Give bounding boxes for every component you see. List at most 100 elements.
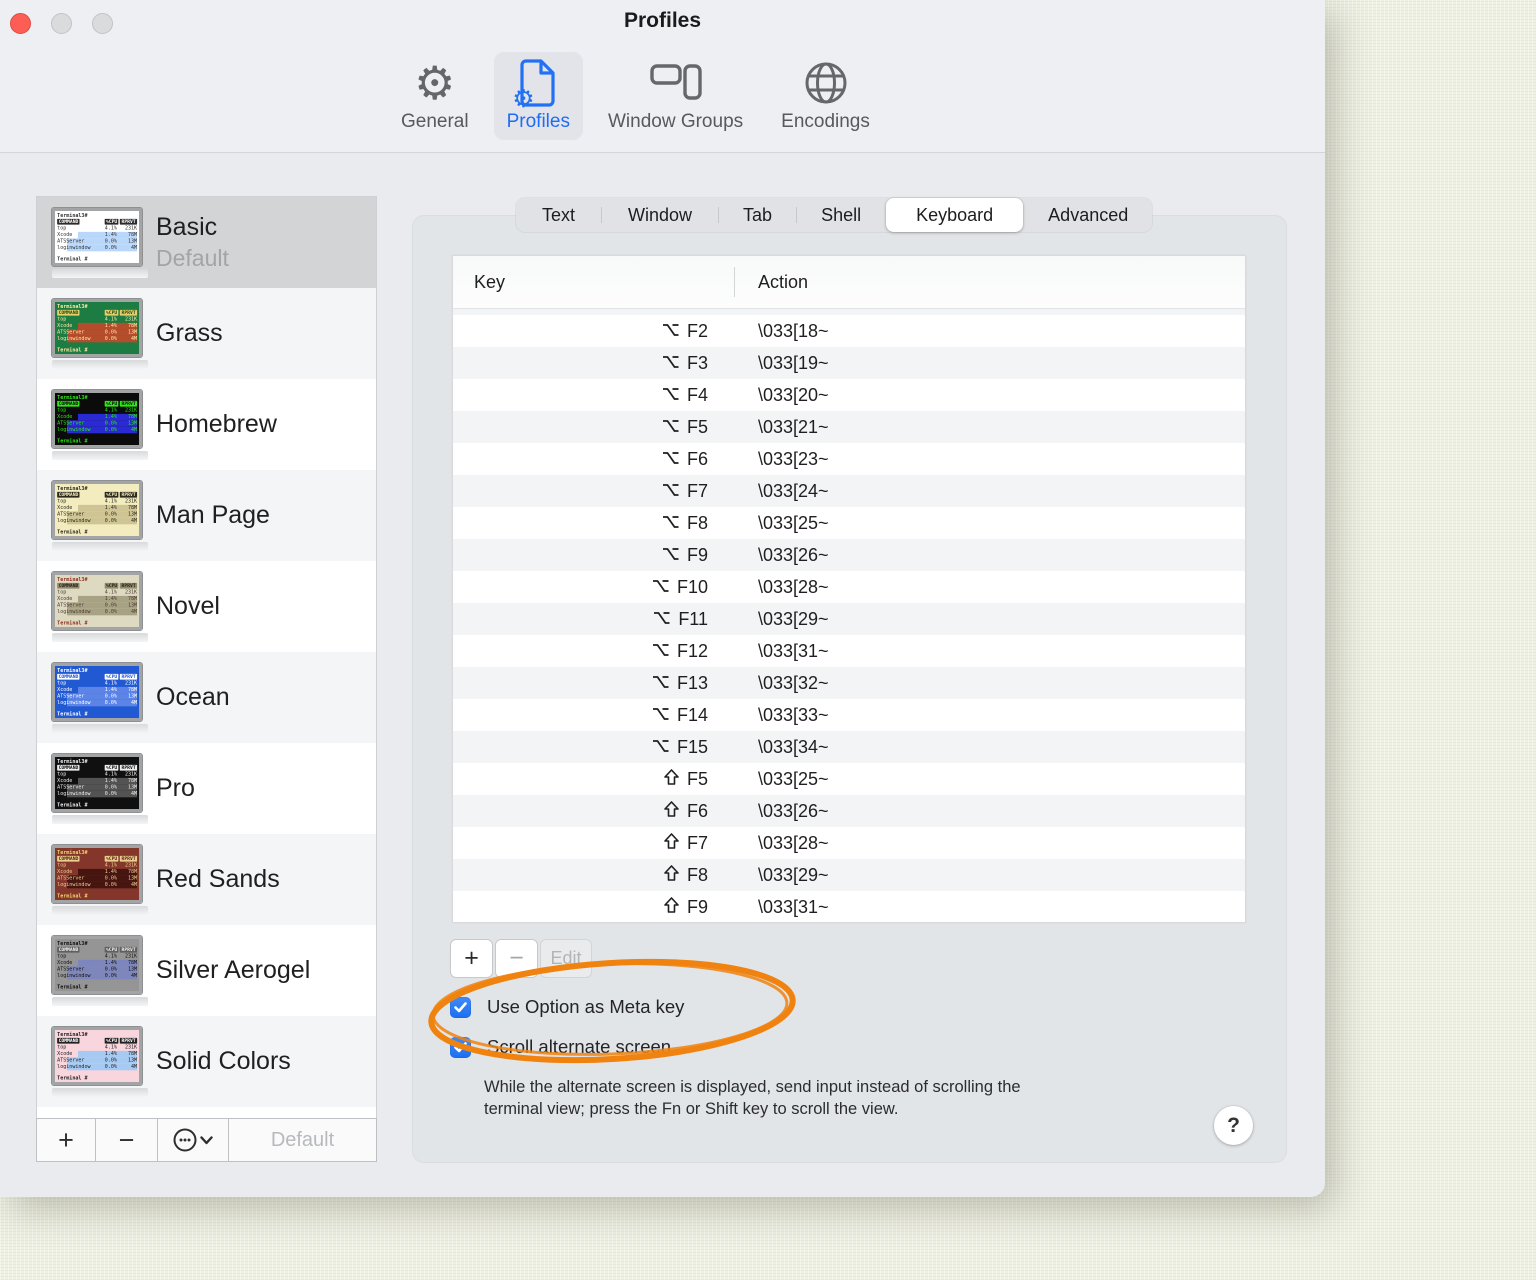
profile-list-item-basic[interactable]: Terminal3# COMMAND %CPU RPRVT top 4.1% 2…: [37, 197, 376, 288]
tab-advanced[interactable]: Advanced: [1024, 198, 1152, 232]
shortcut-table-row[interactable]: F12 \033[31~: [453, 635, 1245, 667]
scroll-alternate-screen-row: Scroll alternate screen: [450, 1036, 671, 1058]
option-key-icon: [652, 707, 669, 720]
shortcut-key-cell: F10: [453, 577, 734, 598]
tab-window[interactable]: Window: [602, 198, 718, 232]
shortcut-action-cell: \033[26~: [758, 800, 829, 821]
add-profile-button[interactable]: +: [37, 1119, 96, 1161]
option-key-icon: [652, 675, 669, 688]
scroll-alternate-screen-label: Scroll alternate screen: [487, 1036, 672, 1057]
toolbar-item-encodings[interactable]: Encodings: [768, 52, 883, 140]
scroll-alternate-screen-checkbox[interactable]: [450, 1036, 471, 1058]
shortcut-table-row[interactable]: F7 \033[24~: [453, 475, 1245, 507]
gear-icon: ⚙: [414, 56, 456, 110]
profile-list-item-homebrew[interactable]: Terminal3# COMMAND %CPU RPRVT top 4.1% 2…: [37, 379, 376, 470]
shortcut-table-row[interactable]: F8 \033[25~: [453, 507, 1245, 539]
shortcut-table-row[interactable]: F9 \033[26~: [453, 539, 1245, 571]
help-button[interactable]: ?: [1214, 1106, 1253, 1145]
profile-list-item-ocean[interactable]: Terminal3# COMMAND %CPU RPRVT top 4.1% 2…: [37, 652, 376, 743]
profile-list-item-silver-aerogel[interactable]: Terminal3# COMMAND %CPU RPRVT top 4.1% 2…: [37, 925, 376, 1016]
shortcut-table-row[interactable]: F13 \033[32~: [453, 667, 1245, 699]
toolbar-item-general[interactable]: ⚙ General: [388, 52, 482, 140]
shortcut-table-row[interactable]: F15 \033[34~: [453, 731, 1245, 763]
edit-shortcut-button[interactable]: Edit: [540, 939, 592, 978]
document-gear-icon: ⚙: [512, 58, 558, 111]
shortcut-table-row[interactable]: F6 \033[26~: [453, 795, 1245, 827]
toolbar-item-profiles[interactable]: ⚙ Profiles: [493, 52, 583, 140]
window-groups-icon: [649, 58, 702, 108]
thumbnail-reflection: [52, 268, 148, 278]
profile-list-item-solid-colors[interactable]: Terminal3# COMMAND %CPU RPRVT top 4.1% 2…: [37, 1016, 376, 1107]
shortcut-table-row[interactable]: F10 \033[28~: [453, 571, 1245, 603]
thumbnail-reflection: [52, 723, 148, 733]
profile-name: Man Page: [156, 501, 270, 529]
option-key-icon: [652, 643, 669, 656]
shortcut-action-cell: \033[31~: [758, 640, 829, 661]
default-profile-button[interactable]: Default: [229, 1119, 376, 1161]
shortcut-table-row[interactable]: F5 \033[25~: [453, 763, 1245, 795]
profile-name: Red Sands: [156, 865, 280, 893]
shortcut-key-cell: F8: [453, 865, 734, 886]
profile-name: Pro: [156, 774, 195, 802]
shortcut-key-cell: F4: [453, 385, 734, 406]
profile-list-item-grass[interactable]: Terminal3# COMMAND %CPU RPRVT top 4.1% 2…: [37, 288, 376, 379]
shortcut-action-cell: \033[34~: [758, 736, 829, 757]
shortcut-action-cell: \033[29~: [758, 864, 829, 885]
profile-name: Silver Aerogel: [156, 956, 311, 984]
shortcut-action-cell: \033[19~: [758, 352, 829, 373]
shortcut-table-row[interactable]: F14 \033[33~: [453, 699, 1245, 731]
column-header-action[interactable]: Action: [758, 272, 808, 293]
column-divider[interactable]: [734, 267, 735, 297]
profile-thumbnail: Terminal3# COMMAND %CPU RPRVT top 4.1% 2…: [51, 661, 148, 733]
shortcut-table-row[interactable]: F5 \033[21~: [453, 411, 1245, 443]
shift-key-icon: [664, 768, 679, 785]
shortcut-table-row[interactable]: F6 \033[23~: [453, 443, 1245, 475]
toolbar-item-window-groups[interactable]: Window Groups: [595, 52, 756, 140]
shortcut-table-row[interactable]: F3 \033[19~: [453, 347, 1245, 379]
shortcut-action-cell: \033[32~: [758, 672, 829, 693]
profile-thumbnail: Terminal3# COMMAND %CPU RPRVT top 4.1% 2…: [51, 206, 148, 278]
shortcut-table-row[interactable]: F11 \033[29~: [453, 603, 1245, 635]
add-shortcut-button[interactable]: +: [450, 939, 493, 978]
thumbnail-reflection: [52, 905, 148, 915]
shift-key-icon: [664, 864, 679, 881]
shortcut-action-cell: \033[28~: [758, 832, 829, 853]
option-key-icon: [654, 611, 670, 624]
profile-list-item-novel[interactable]: Terminal3# COMMAND %CPU RPRVT top 4.1% 2…: [37, 561, 376, 652]
remove-profile-button[interactable]: −: [96, 1119, 158, 1161]
option-key-icon: [662, 483, 679, 496]
shortcut-table-row[interactable]: F9 \033[31~: [453, 891, 1245, 923]
profile-sidebar: Terminal3# COMMAND %CPU RPRVT top 4.1% 2…: [36, 196, 377, 1162]
shortcut-action-cell: \033[33~: [758, 704, 829, 725]
shortcut-action-cell: \033[24~: [758, 480, 829, 501]
checkmark-icon: [454, 1041, 467, 1052]
thumbnail-reflection: [52, 632, 148, 642]
profile-name: Basic: [156, 213, 218, 241]
shortcut-key-cell: F9: [453, 545, 734, 566]
shortcut-table-row[interactable]: F4 \033[20~: [453, 379, 1245, 411]
tab-keyboard[interactable]: Keyboard: [886, 198, 1024, 232]
option-key-icon: [662, 323, 679, 336]
table-rows: F2 \033[18~ F3 \033[19~ F4 \033[20~ F5 \…: [453, 315, 1245, 923]
column-header-key[interactable]: Key: [453, 272, 505, 293]
shortcut-table-row[interactable]: F8 \033[29~: [453, 859, 1245, 891]
shortcut-key-cell: F6: [453, 801, 734, 822]
tab-shell[interactable]: Shell: [797, 198, 885, 232]
more-options-button[interactable]: [158, 1119, 229, 1161]
shortcut-key-cell: F14: [453, 705, 734, 726]
profile-list-item-man-page[interactable]: Terminal3# COMMAND %CPU RPRVT top 4.1% 2…: [37, 470, 376, 561]
shortcut-key-cell: F6: [453, 449, 734, 470]
shortcut-table-row[interactable]: F7 \033[28~: [453, 827, 1245, 859]
shortcut-key-cell: F5: [453, 417, 734, 438]
shortcut-action-cell: \033[26~: [758, 544, 829, 565]
remove-shortcut-button[interactable]: −: [495, 939, 538, 978]
shortcut-table-row[interactable]: F2 \033[18~: [453, 315, 1245, 347]
shortcut-key-cell: F7: [453, 833, 734, 854]
use-option-as-meta-key-checkbox[interactable]: [450, 996, 471, 1018]
shortcut-key-cell: F8: [453, 513, 734, 534]
profile-list-item-pro[interactable]: Terminal3# COMMAND %CPU RPRVT top 4.1% 2…: [37, 743, 376, 834]
tab-text[interactable]: Text: [516, 198, 601, 232]
tab-tab[interactable]: Tab: [719, 198, 796, 232]
profile-list-item-red-sands[interactable]: Terminal3# COMMAND %CPU RPRVT top 4.1% 2…: [37, 834, 376, 925]
thumbnail-reflection: [52, 541, 148, 551]
